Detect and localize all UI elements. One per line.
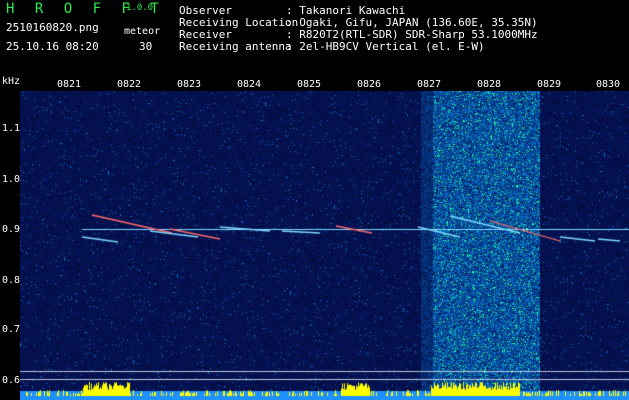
x-tick-label: 0822 xyxy=(117,79,142,90)
y-tick-label: 1.1 xyxy=(2,123,21,134)
receiver-value: : R820T2(RTL-SDR) SDR-Sharp 53.1000MHz xyxy=(286,28,538,41)
location-value: : Ogaki, Gifu, JAPAN (136.60E, 35.35N) xyxy=(286,16,538,29)
x-tick-label: 0824 xyxy=(237,79,262,90)
x-tick-label: 0821 xyxy=(57,79,82,90)
spectrogram-canvas xyxy=(20,91,629,400)
y-unit-label: kHz xyxy=(2,76,21,87)
y-tick-label: 0.7 xyxy=(2,324,21,335)
x-tick-label: 0830 xyxy=(596,79,621,90)
y-tick-label: 0.6 xyxy=(2,375,21,386)
x-tick-label: 0829 xyxy=(537,79,562,90)
y-tick-label: 0.8 xyxy=(2,275,21,286)
app-version: 1.0.0 xyxy=(126,3,154,13)
x-tick-label: 0828 xyxy=(477,79,502,90)
y-tick-label: 0.9 xyxy=(2,224,21,235)
x-tick-label: 0823 xyxy=(177,79,202,90)
header-panel: H R O F F T 1.0.0 2510160820.png meteor … xyxy=(0,0,629,76)
antenna-value: : 2el-HB9CV Vertical (el. E-W) xyxy=(286,40,485,53)
meteor-label: meteor xyxy=(124,26,161,37)
x-tick-label: 0827 xyxy=(417,79,442,90)
datetime-label: 25.10.16 08:20 xyxy=(6,40,99,53)
x-tick-label: 0825 xyxy=(297,79,322,90)
receiver-key: Receiver xyxy=(179,28,232,41)
x-tick-label: 0826 xyxy=(357,79,382,90)
y-tick-label: 1.0 xyxy=(2,174,21,185)
location-key: Receiving Location xyxy=(179,16,299,29)
observer-value: : Takanori Kawachi xyxy=(286,4,406,17)
meteor-count: 30 xyxy=(139,40,153,53)
filename-label: 2510160820.png xyxy=(6,21,99,34)
antenna-key: Receiving antenna xyxy=(179,40,292,53)
observer-key: Observer xyxy=(179,4,232,17)
